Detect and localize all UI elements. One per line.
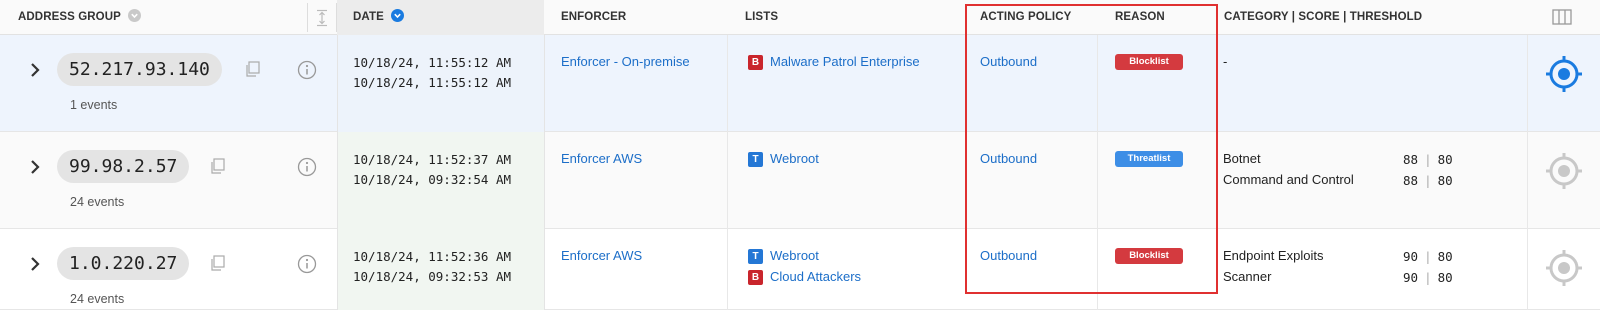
divider	[1527, 35, 1528, 132]
category-empty: -	[1223, 54, 1228, 69]
category-name: Command and Control	[1223, 172, 1354, 187]
date-header[interactable]: DATE	[353, 0, 405, 35]
category-name: Endpoint Exploits	[1223, 248, 1324, 263]
score-threshold: 88 | 80	[1403, 152, 1453, 167]
copy-icon[interactable]	[209, 255, 225, 271]
info-icon[interactable]	[297, 254, 317, 274]
score-separator: |	[1424, 173, 1432, 188]
chevron-right-icon[interactable]	[26, 158, 44, 176]
blocklist-badge: B	[748, 270, 763, 285]
first-seen-date: 10/18/24, 09:32:53 AM	[353, 269, 512, 284]
chevron-right-icon[interactable]	[26, 255, 44, 273]
table-header: ADDRESS GROUP DATE ENFORCER LISTS ACTING…	[0, 0, 1600, 35]
chevron-right-icon[interactable]	[26, 61, 44, 79]
ip-address-pill: 99.98.2.57	[57, 150, 190, 183]
divider	[1097, 229, 1098, 310]
events-count: 24 events	[70, 292, 125, 306]
divider	[544, 229, 545, 310]
score-value: 88	[1403, 173, 1419, 188]
first-seen-date: 10/18/24, 09:32:54 AM	[353, 172, 512, 187]
threshold-value: 80	[1437, 173, 1453, 188]
threatlist-badge: T	[748, 152, 763, 167]
enforcer-link[interactable]: Enforcer AWS	[561, 151, 642, 166]
list-link[interactable]: Malware Patrol Enterprise	[770, 54, 920, 69]
columns-icon[interactable]	[1552, 9, 1572, 25]
enforcer-header[interactable]: ENFORCER	[561, 0, 626, 35]
info-icon[interactable]	[297, 60, 317, 80]
first-seen-date: 10/18/24, 11:55:12 AM	[353, 75, 512, 90]
divider	[544, 132, 545, 229]
address-group-header[interactable]: ADDRESS GROUP	[18, 0, 141, 35]
blocklist-badge: B	[748, 55, 763, 70]
score-value: 90	[1403, 249, 1419, 264]
table-row[interactable]: 99.98.2.57 24 events 10/18/24, 11:52:37 …	[0, 132, 1600, 229]
category-header[interactable]: CATEGORY | SCORE | THRESHOLD	[1224, 0, 1422, 35]
score-threshold: 90 | 80	[1403, 249, 1453, 264]
list-link[interactable]: Cloud Attackers	[770, 269, 861, 284]
list-link[interactable]: Webroot	[770, 151, 819, 166]
divider	[1527, 132, 1528, 229]
divider	[1097, 132, 1098, 229]
threshold-value: 80	[1437, 152, 1453, 167]
last-seen-date: 10/18/24, 11:52:37 AM	[353, 152, 512, 167]
divider	[1097, 35, 1098, 132]
score-separator: |	[1424, 249, 1432, 264]
acting-policy-link[interactable]: Outbound	[980, 54, 1037, 69]
copy-icon[interactable]	[244, 61, 260, 77]
threatlist-badge: T	[748, 249, 763, 264]
divider	[544, 35, 545, 132]
date-header-label: DATE	[353, 11, 384, 23]
column-resize-handle[interactable]	[307, 3, 337, 32]
table-row[interactable]: 52.217.93.140 1 events 10/18/24, 11:55:1…	[0, 35, 1600, 132]
reason-badge: Blocklist	[1115, 54, 1183, 70]
ip-address-pill: 1.0.220.27	[57, 247, 190, 280]
acting-policy-link[interactable]: Outbound	[980, 151, 1037, 166]
divider	[337, 35, 338, 132]
category-name: Scanner	[1223, 269, 1272, 284]
score-separator: |	[1424, 152, 1432, 167]
last-seen-date: 10/18/24, 11:55:12 AM	[353, 55, 512, 70]
enforcer-link[interactable]: Enforcer - On-premise	[561, 54, 690, 69]
enforcer-link[interactable]: Enforcer AWS	[561, 248, 642, 263]
resize-icon	[317, 9, 327, 26]
sort-desc-icon[interactable]	[391, 9, 405, 23]
reason-badge: Blocklist	[1115, 248, 1183, 264]
reason-badge: Threatlist	[1115, 151, 1183, 167]
acting-policy-header[interactable]: ACTING POLICY	[980, 0, 1071, 35]
address-group-header-label: ADDRESS GROUP	[18, 11, 121, 23]
events-count: 24 events	[70, 195, 125, 209]
divider	[727, 229, 728, 310]
reason-header[interactable]: REASON	[1115, 0, 1165, 35]
copy-icon[interactable]	[209, 158, 225, 174]
score-value: 88	[1403, 152, 1419, 167]
divider	[727, 132, 728, 229]
score-value: 90	[1403, 270, 1419, 285]
table-row[interactable]: 1.0.220.27 24 events 10/18/24, 11:52:36 …	[0, 229, 1600, 310]
divider	[337, 229, 338, 310]
divider	[727, 35, 728, 132]
ip-address-pill: 52.217.93.140	[57, 53, 222, 86]
acting-policy-link[interactable]: Outbound	[980, 248, 1037, 263]
threshold-value: 80	[1437, 249, 1453, 264]
divider	[337, 132, 338, 229]
category-name: Botnet	[1223, 151, 1261, 166]
target-icon[interactable]	[1545, 55, 1583, 93]
score-threshold: 88 | 80	[1403, 173, 1453, 188]
list-link[interactable]: Webroot	[770, 248, 819, 263]
last-seen-date: 10/18/24, 11:52:36 AM	[353, 249, 512, 264]
info-icon[interactable]	[297, 157, 317, 177]
divider	[1527, 229, 1528, 310]
target-icon[interactable]	[1545, 249, 1583, 287]
score-threshold: 90 | 80	[1403, 270, 1453, 285]
target-icon[interactable]	[1545, 152, 1583, 190]
events-count: 1 events	[70, 98, 118, 112]
threshold-value: 80	[1437, 270, 1453, 285]
score-separator: |	[1424, 270, 1432, 285]
lists-header[interactable]: LISTS	[745, 0, 778, 35]
sort-chevron-icon[interactable]	[128, 9, 141, 23]
